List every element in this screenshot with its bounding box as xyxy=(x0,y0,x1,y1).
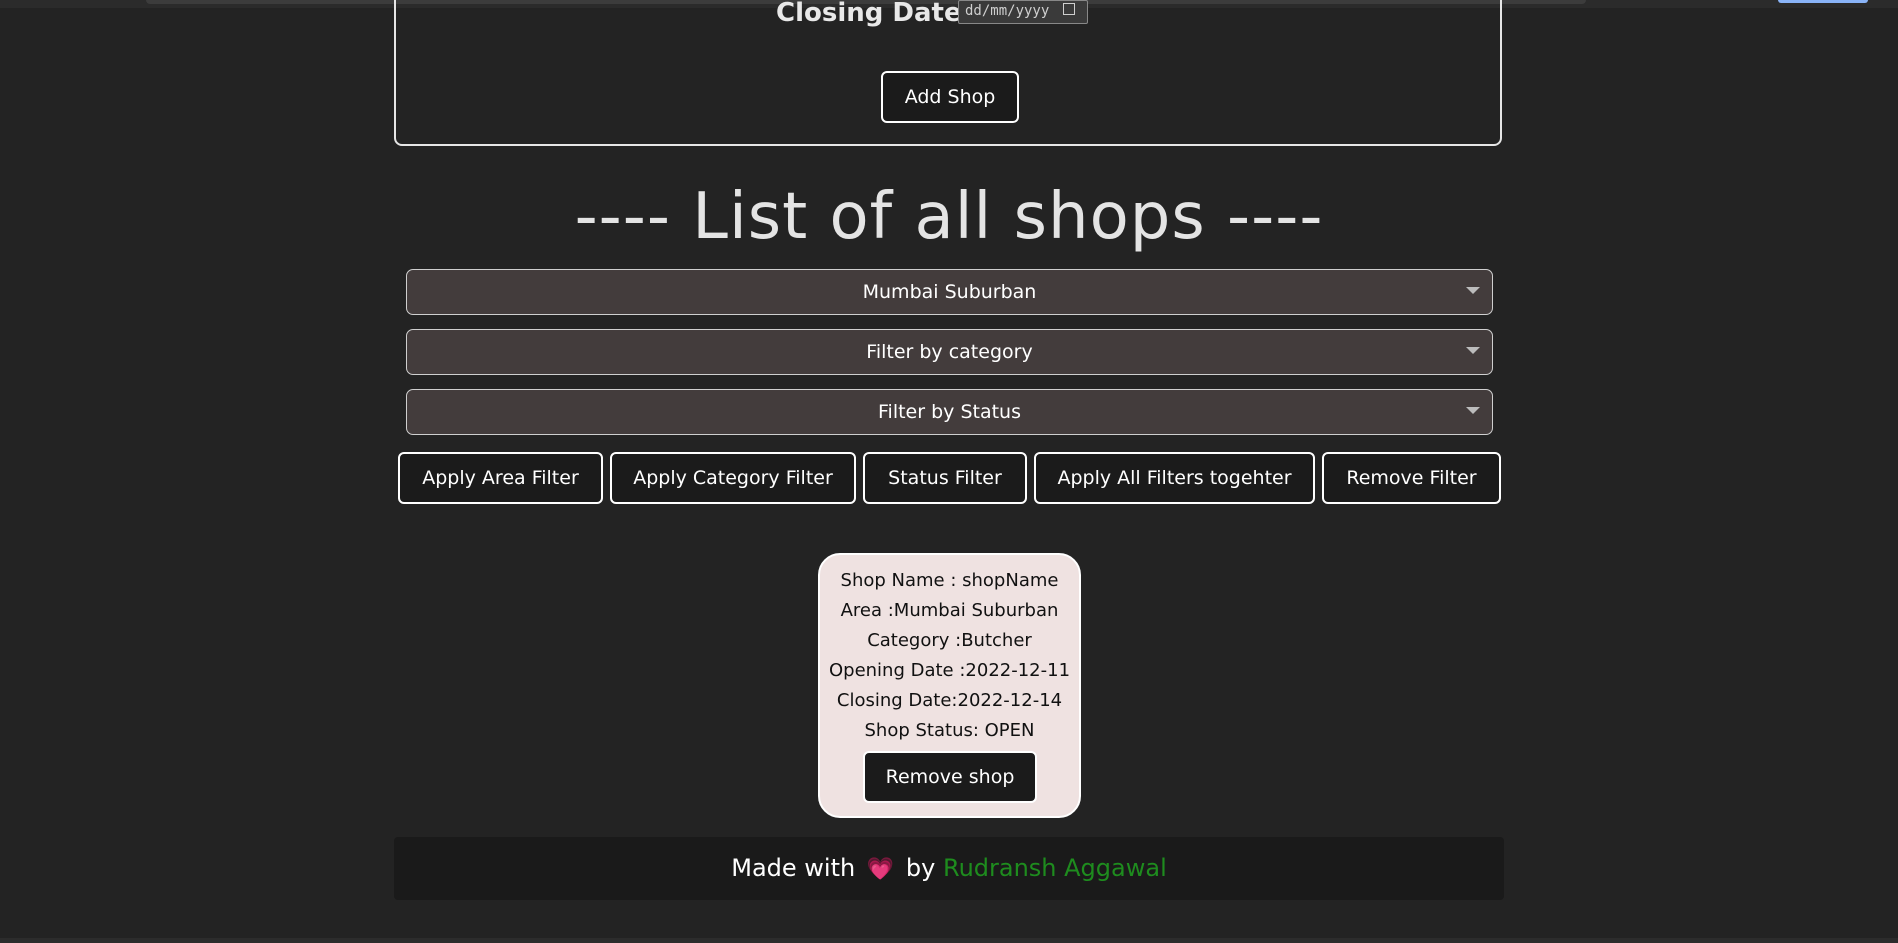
chevron-down-icon xyxy=(1466,347,1480,354)
browser-profile-chip[interactable] xyxy=(1778,0,1868,3)
category-filter-value: Filter by category xyxy=(866,341,1033,363)
area-filter-value: Mumbai Suburban xyxy=(862,281,1037,303)
category-filter-select[interactable]: Filter by category xyxy=(406,329,1493,375)
apply-area-filter-button[interactable]: Apply Area Filter xyxy=(398,452,603,504)
closing-date-row: Closing Date : dd/mm/yyyy xyxy=(396,0,1500,32)
page: Closing Date : dd/mm/yyyy Add Shop ---- … xyxy=(0,0,1898,943)
shop-area: Area :Mumbai Suburban xyxy=(840,600,1059,621)
shop-category: Category :Butcher xyxy=(867,630,1032,651)
chevron-down-icon xyxy=(1466,407,1480,414)
closing-date-label: Closing Date : xyxy=(776,0,982,28)
footer-author-name: Rudransh Aggawal xyxy=(942,854,1167,882)
closing-date-placeholder: dd/mm/yyyy xyxy=(965,3,1050,19)
closing-date-input[interactable]: dd/mm/yyyy xyxy=(958,0,1088,24)
shop-closing-date: Closing Date:2022-12-14 xyxy=(836,690,1063,711)
bottom-edge xyxy=(0,938,1898,943)
chevron-down-icon xyxy=(1466,287,1480,294)
footer-made-with: Made with xyxy=(731,854,856,882)
status-filter-button[interactable]: Status Filter xyxy=(863,452,1027,504)
calendar-icon[interactable] xyxy=(1063,3,1075,15)
footer-by: by xyxy=(905,854,936,882)
footer: Made with 💗 by Rudransh Aggawal xyxy=(394,837,1504,900)
apply-category-filter-button[interactable]: Apply Category Filter xyxy=(610,452,856,504)
remove-shop-button[interactable]: Remove shop xyxy=(863,751,1037,803)
area-filter-select[interactable]: Mumbai Suburban xyxy=(406,269,1493,315)
add-shop-form: Closing Date : dd/mm/yyyy Add Shop xyxy=(394,0,1502,146)
status-filter-value: Filter by Status xyxy=(878,401,1021,423)
heart-icon: 💗 xyxy=(866,857,895,882)
add-shop-button[interactable]: Add Shop xyxy=(881,71,1019,123)
shop-status: Shop Status: OPEN xyxy=(864,720,1035,741)
status-filter-select[interactable]: Filter by Status xyxy=(406,389,1493,435)
apply-all-filters-button[interactable]: Apply All Filters togehter xyxy=(1034,452,1315,504)
shop-list-title: ---- List of all shops ---- xyxy=(574,180,1324,254)
remove-filter-button[interactable]: Remove Filter xyxy=(1322,452,1501,504)
shop-card: Shop Name : shopName Area :Mumbai Suburb… xyxy=(818,553,1081,818)
shop-name: Shop Name : shopName xyxy=(840,570,1059,591)
shop-opening-date: Opening Date :2022-12-11 xyxy=(828,660,1071,681)
